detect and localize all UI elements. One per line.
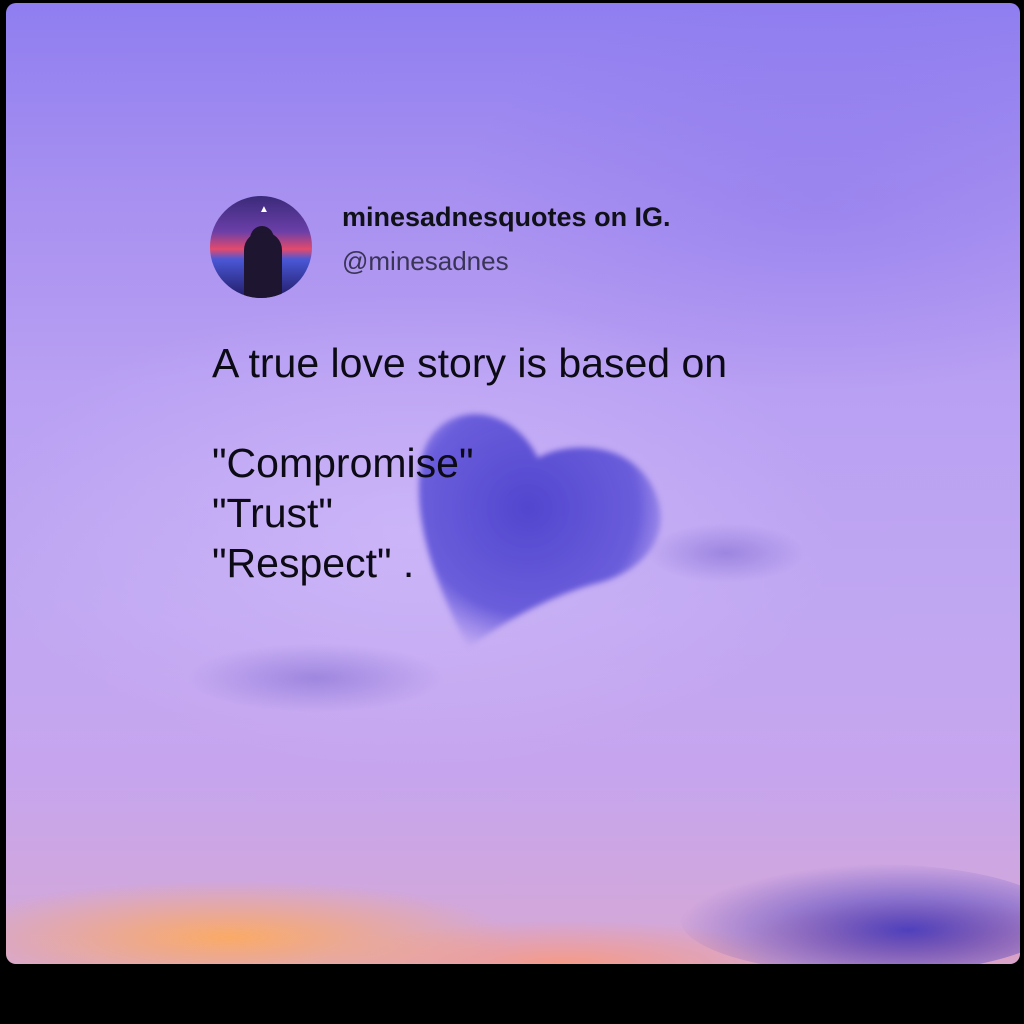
quote-line: "Respect" . — [212, 540, 415, 586]
quote-line: A true love story is based on — [212, 340, 728, 386]
avatar[interactable]: ▲ — [210, 196, 312, 298]
profile-name[interactable]: minesadnesquotes on IG. — [342, 202, 671, 233]
avatar-figure-body — [244, 232, 282, 298]
quote-line: "Compromise" — [212, 440, 474, 486]
star-icon: ▲ — [259, 204, 269, 215]
quote-line: "Trust" — [212, 490, 333, 536]
quote-spacer — [212, 388, 932, 438]
profile-handle[interactable]: @minesadnes — [342, 246, 509, 277]
profile-header: ▲ minesadnesquotes on IG. @minesadnes — [210, 196, 810, 301]
quote-text: A true love story is based on "Compromis… — [212, 338, 932, 588]
